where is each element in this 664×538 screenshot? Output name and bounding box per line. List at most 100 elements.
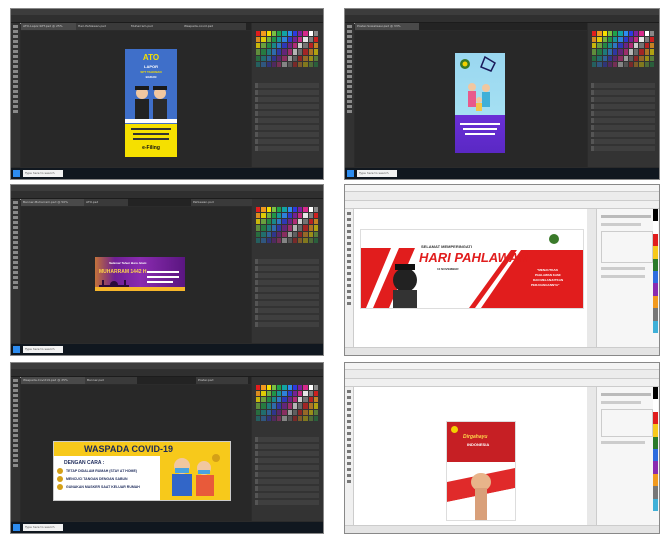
- taskbar-search-input[interactable]: Type here to search: [23, 524, 63, 531]
- document-tabs: Waspada-Covid19.psd @ 25% Banner.psd Pos…: [21, 377, 251, 384]
- screenshot-photoshop-covid: Waspada-Covid19.psd @ 25% Banner.psd Pos…: [10, 362, 324, 534]
- standard-toolbar[interactable]: [345, 192, 659, 201]
- options-bar[interactable]: [11, 369, 323, 377]
- kemerdekaan-title: Dirgahayu: [463, 434, 488, 440]
- tab-document-2[interactable]: ATO.psd: [84, 199, 128, 206]
- status-bar: [345, 347, 659, 355]
- layers-panel[interactable]: [255, 259, 319, 329]
- muharram-sub: Selamat Tahun Baru Islam: [109, 261, 147, 265]
- taskbar-apps[interactable]: [71, 171, 143, 179]
- options-bar[interactable]: [11, 191, 323, 199]
- taskbar-apps[interactable]: [71, 525, 143, 533]
- toolbox[interactable]: [11, 199, 20, 343]
- color-palette[interactable]: [653, 387, 658, 525]
- side-panels: [252, 23, 323, 167]
- virus-icon: [57, 476, 63, 482]
- tab-document-2[interactable]: Hari-Pahlawan.psd: [76, 23, 130, 30]
- property-bar[interactable]: [345, 201, 659, 209]
- swatches-panel[interactable]: [256, 207, 318, 243]
- toolbox[interactable]: [345, 209, 354, 347]
- menu-bar[interactable]: [345, 185, 659, 192]
- taskbar-apps[interactable]: [405, 171, 477, 179]
- menu-bar[interactable]: [345, 363, 659, 370]
- taskbar-search-input[interactable]: Type here to search: [23, 170, 63, 177]
- windows-start-icon[interactable]: [13, 524, 20, 531]
- pahlawan-greeting: SELAMAT MEMPERINGATI: [421, 244, 472, 249]
- taskbar-search-input[interactable]: Type here to search: [357, 170, 397, 177]
- ato-poster: ATO LAPOR SPT TAHUNAN BADAN e-Filing: [125, 49, 177, 157]
- windows-start-icon[interactable]: [13, 170, 20, 177]
- tab-document-1[interactable]: Waspada-Covid19.psd @ 25%: [21, 377, 85, 384]
- pahlawan-date: 10 NOVEMBER: [437, 267, 459, 271]
- options-bar[interactable]: [11, 15, 323, 23]
- color-palette[interactable]: [653, 209, 658, 347]
- raised-fist-illustration: [447, 468, 515, 520]
- ato-poster-footer: e-Filing: [142, 145, 160, 151]
- covid-item-3: GUNAKAN MASKER SAAT KELUAR RUMAH: [66, 485, 140, 489]
- tab-document-3[interactable]: Poster.psd: [196, 377, 248, 384]
- tab-document-2[interactable]: Banner.psd: [85, 377, 137, 384]
- tab-document-3[interactable]: Muharram.psd: [129, 23, 183, 30]
- muharram-banner: MUHARRAM 1442 H Selamat Tahun Baru Islam: [95, 257, 185, 291]
- taskbar: Type here to search: [11, 522, 323, 533]
- toolbox[interactable]: [345, 23, 354, 167]
- canvas-area[interactable]: ATO LAPOR SPT TAHUNAN BADAN e-Filing: [21, 31, 251, 167]
- screenshot-coreldraw-kemerdekaan: Dirgahayu INDONESIA: [344, 362, 660, 534]
- document-tabs: Banner-Muharram.psd @ 50% ATO.psd Pahlaw…: [21, 199, 255, 206]
- covid-title: WASPADA COVID-19: [84, 444, 174, 454]
- pahlawan-quote-3: DAN MELANJUTKAN: [533, 278, 564, 282]
- standard-toolbar[interactable]: [345, 370, 659, 379]
- windows-start-icon[interactable]: [347, 170, 354, 177]
- screenshot-photoshop-ato: ATO-Lapor-SPT.psd @ 25% Hari-Pahlawan.ps…: [10, 8, 324, 180]
- swatches-panel[interactable]: [256, 385, 318, 421]
- virus-icon: [57, 484, 63, 490]
- taskbar-search-input[interactable]: Type here to search: [23, 346, 63, 353]
- social-poster: [455, 53, 505, 153]
- screenshot-photoshop-poster: Poster-Sosialisasi.psd @ 33% Type here t…: [344, 8, 660, 180]
- ato-poster-title: ATO: [142, 53, 160, 62]
- pahlawan-title: HARI PAHLAWAN: [419, 250, 528, 265]
- toolbox[interactable]: [11, 23, 20, 167]
- toolbox[interactable]: [345, 387, 354, 525]
- screenshot-coreldraw-pahlawan: SELAMAT MEMPERINGATI HARI PAHLAWAN 10 NO…: [344, 184, 660, 356]
- drawing-page[interactable]: SELAMAT MEMPERINGATI HARI PAHLAWAN 10 NO…: [354, 209, 587, 347]
- canvas-area[interactable]: WASPADA COVID-19 DENGAN CARA : TETAP DID…: [21, 385, 251, 521]
- property-bar[interactable]: [345, 379, 659, 387]
- covid-banner: WASPADA COVID-19 DENGAN CARA : TETAP DID…: [53, 441, 231, 501]
- tab-document-3[interactable]: Pahlawan.psd: [191, 199, 255, 206]
- taskbar: Type here to search: [11, 344, 323, 355]
- layers-panel[interactable]: [255, 437, 319, 507]
- emblem-icon: [451, 426, 458, 433]
- drawing-page[interactable]: Dirgahayu INDONESIA: [354, 387, 587, 525]
- swatches-panel[interactable]: [592, 31, 654, 67]
- tab-document-4[interactable]: Waspada-covid.psd: [182, 23, 246, 30]
- object-docker[interactable]: [596, 209, 659, 347]
- swatches-panel[interactable]: [256, 31, 318, 67]
- kemerdekaan-sub: INDONESIA: [467, 442, 490, 447]
- toolbox[interactable]: [11, 377, 20, 521]
- officers-illustration: [125, 86, 177, 123]
- tab-document-1[interactable]: ATO-Lapor-SPT.psd @ 25%: [21, 23, 77, 30]
- kemerdekaan-poster: Dirgahayu INDONESIA: [446, 421, 516, 521]
- status-bar: [345, 525, 659, 533]
- tab-document-1[interactable]: Poster-Sosialisasi.psd @ 33%: [355, 23, 419, 30]
- layers-panel[interactable]: [591, 83, 655, 153]
- side-panels: [252, 199, 323, 343]
- taskbar-apps[interactable]: [71, 347, 143, 355]
- ato-poster-line-2: SPT TAHUNAN: [140, 70, 162, 74]
- tab-document-1[interactable]: Banner-Muharram.psd @ 50%: [21, 199, 85, 206]
- canvas-area[interactable]: [355, 31, 587, 167]
- ato-poster-line-1: LAPOR: [144, 64, 158, 69]
- pahlawan-quote-2: PAHLAWAN KAMI: [535, 273, 561, 277]
- covid-item-1: TETAP DIDALAM RUMAH (STAY AT HOME): [66, 469, 137, 473]
- covid-subtitle: DENGAN CARA :: [64, 460, 105, 466]
- pahlawan-banner: SELAMAT MEMPERINGATI HARI PAHLAWAN 10 NO…: [360, 229, 584, 309]
- options-bar[interactable]: [345, 15, 659, 23]
- windows-start-icon[interactable]: [13, 346, 20, 353]
- canvas-area[interactable]: MUHARRAM 1442 H Selamat Tahun Baru Islam: [21, 207, 251, 343]
- ato-poster-line-3: BADAN: [145, 75, 157, 79]
- pahlawan-quote-4: PERJUANGANNYA": [531, 283, 560, 287]
- taskbar: Type here to search: [345, 168, 659, 179]
- layers-panel[interactable]: [255, 83, 319, 153]
- object-docker[interactable]: [596, 387, 659, 525]
